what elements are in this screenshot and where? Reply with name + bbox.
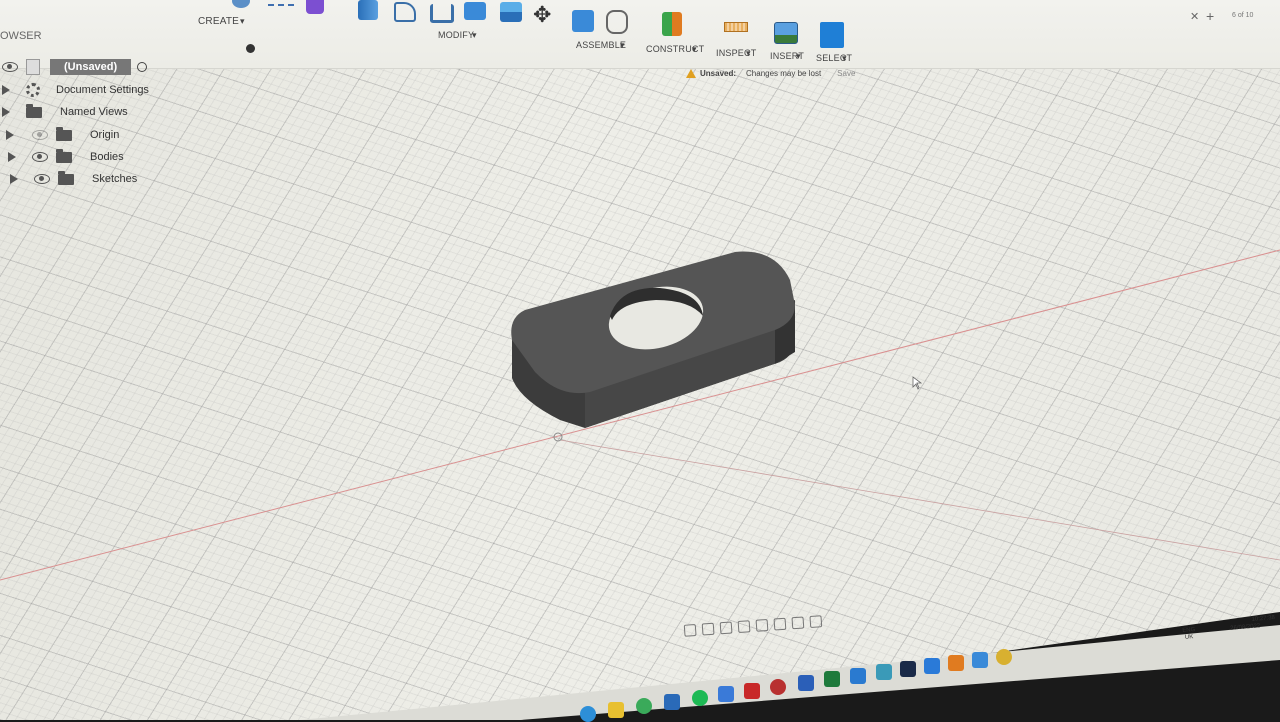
measure-icon [724,22,748,32]
tree-item-label: Document Settings [56,84,149,96]
browser-title: OWSER [0,30,42,42]
fit-icon[interactable] [755,618,769,632]
zoom-icon[interactable] [737,620,751,634]
move-icon: ✥ [533,2,552,27]
folder-icon [56,148,72,163]
unsaved-message: Changes may be lost [746,69,822,78]
chevron-down-icon: ▾ [842,53,847,63]
insert-image-icon [774,22,798,44]
teams-icon[interactable] [876,664,892,680]
pan-icon[interactable] [719,621,733,635]
tree-item-label: Bodies [90,151,124,163]
spotify-icon[interactable] [692,690,708,706]
grid-settings-icon[interactable] [791,616,805,630]
vscode-icon[interactable] [850,668,866,684]
mail-icon[interactable] [718,686,734,702]
warning-icon [686,69,696,78]
clock-time: 10:27:38 [1251,614,1276,623]
tree-item-named-views[interactable]: Named Views [2,102,128,122]
display-settings-icon[interactable] [773,617,787,631]
tree-item-origin[interactable]: Origin [6,125,119,145]
word-icon[interactable] [798,675,814,691]
file-explorer-icon[interactable] [608,702,624,718]
tab-counter: 6 of 10 [1232,12,1254,19]
document-name: (Unsaved) [50,59,132,75]
tree-item-bodies[interactable]: Bodies [8,147,124,167]
chevron-down-icon: ▾ [620,40,625,50]
viewports-icon[interactable] [809,615,823,629]
new-component-icon [572,10,594,32]
mouse-cursor [912,376,922,390]
photoshop-icon[interactable] [900,661,916,677]
collapse-icon[interactable] [246,44,255,53]
tree-item-label: Named Views [60,106,128,118]
tree-item-label: Sketches [92,173,138,185]
fusion-icon[interactable] [948,655,964,671]
look-at-icon[interactable] [701,622,715,636]
activate-icon[interactable] [137,62,148,72]
joint-icon [606,10,628,34]
save-link[interactable]: Save [837,69,855,78]
expand-icon[interactable] [10,174,18,184]
cortana-icon[interactable] [924,658,940,674]
document-root[interactable]: (Unsaved) [2,57,148,77]
chevron-down-icon: ▾ [746,48,751,58]
language-indicator: ENG [1182,626,1196,635]
fillet-icon [394,2,416,22]
expand-icon[interactable] [2,85,10,95]
eye-icon[interactable] [32,152,48,162]
modify-label: MODIFY [438,30,475,40]
chrome-icon[interactable] [996,649,1012,665]
app-red-icon[interactable] [744,683,760,699]
expand-icon[interactable] [2,107,10,117]
close-tab-icon[interactable]: ✕ [1190,10,1199,23]
browser-header: OWSER [0,26,262,42]
unsaved-label: Unsaved: [700,69,737,78]
tree-item-document-settings[interactable]: Document Settings [2,80,149,100]
new-tab-icon[interactable]: + [1206,8,1214,24]
orbit-icon[interactable] [683,623,697,637]
folder-icon [26,103,42,118]
cylinder-icon [306,0,324,14]
dimension-icon [268,4,294,10]
unsaved-notice: Unsaved: Changes may be lost Save [686,69,855,78]
part-body[interactable] [0,0,1280,720]
assemble-label: ASSEMBLE [576,40,627,50]
expand-icon[interactable] [8,152,16,162]
whatsapp-icon[interactable] [636,698,652,714]
todo-icon[interactable] [972,652,988,668]
combine-icon [464,2,486,20]
select-arrow-icon [820,22,844,48]
excel-icon[interactable] [824,671,840,687]
press-pull-icon [358,0,378,20]
chevron-down-icon: ▾ [796,51,801,61]
chevron-down-icon: ▾ [472,30,477,40]
eye-icon[interactable] [34,174,50,184]
sphere-icon [232,0,250,8]
expand-icon[interactable] [6,130,14,140]
folder-icon [56,126,72,141]
split-body-icon [500,2,522,22]
offset-plane-icon [662,12,682,36]
eye-hidden-icon[interactable] [32,130,48,140]
shell-icon [430,4,454,23]
viewport[interactable] [0,0,1280,720]
region-indicator: UK [1184,634,1194,641]
eye-icon[interactable] [2,62,18,72]
outlook-icon[interactable] [664,694,680,710]
document-icon [26,59,40,75]
tree-item-label: Origin [90,129,120,141]
chevron-down-icon: ▾ [692,44,697,54]
tree-item-sketches[interactable]: Sketches [10,169,137,189]
clock-date: 26/08/2022 [1230,623,1261,632]
folder-icon [58,170,74,185]
gear-icon [26,83,40,97]
